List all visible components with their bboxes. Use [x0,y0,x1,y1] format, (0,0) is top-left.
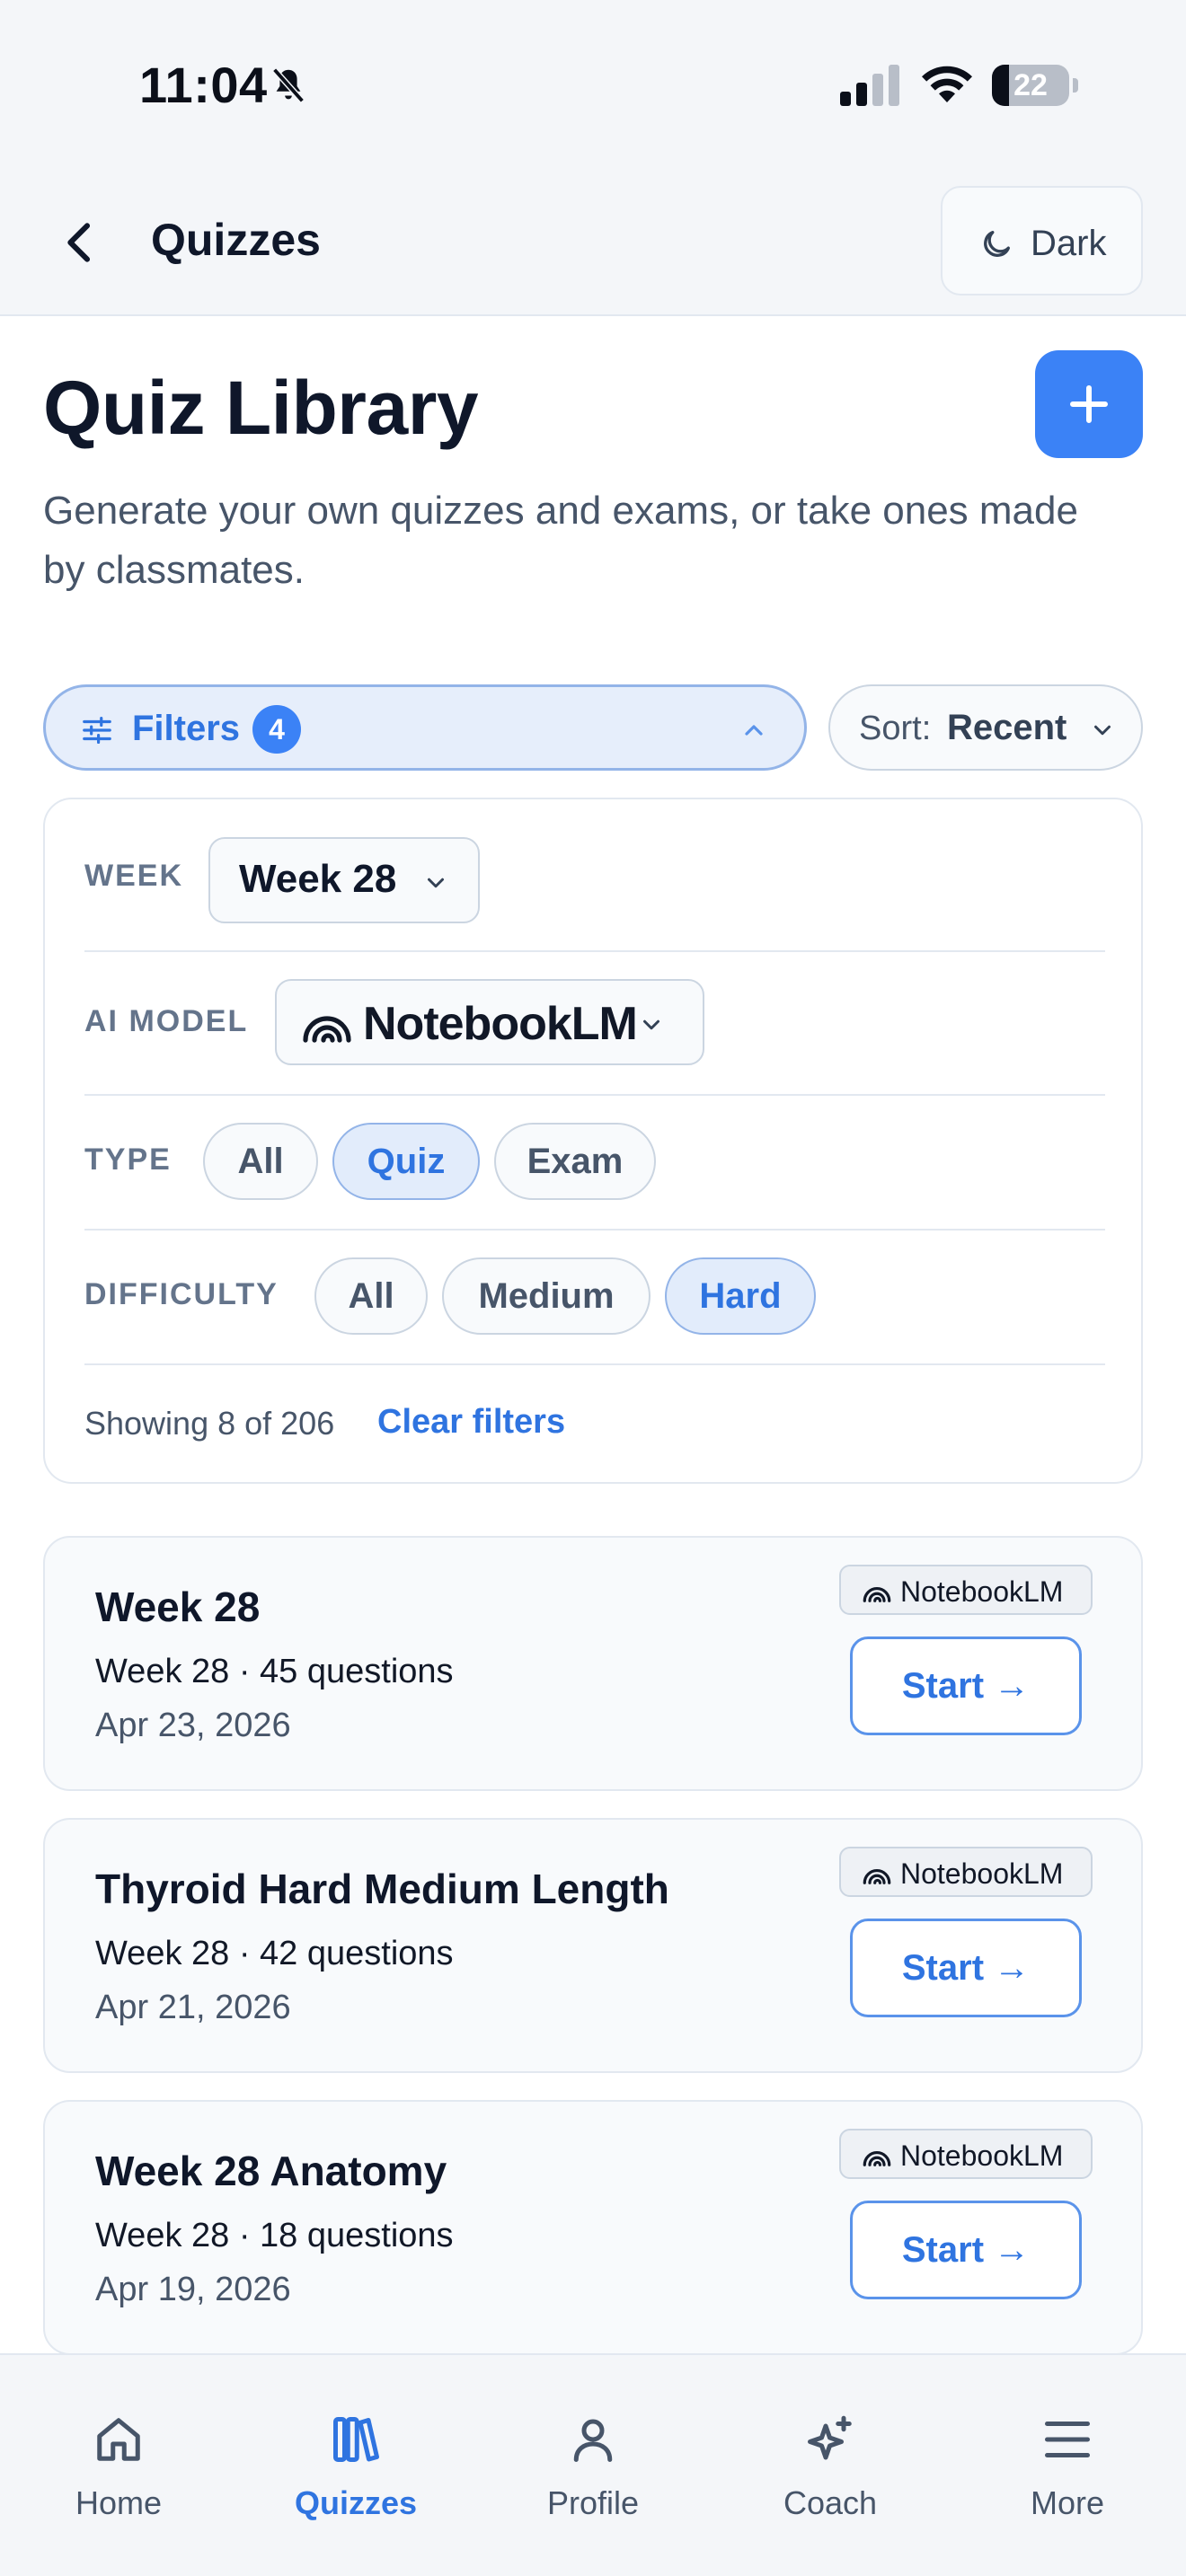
quiz-date: Apr 21, 2026 [95,1989,291,2026]
type-chip-exam[interactable]: Exam [494,1123,656,1200]
notebooklm-logo-icon [863,1868,891,1884]
sliders-icon [83,716,111,745]
theme-toggle-button[interactable]: Dark [941,186,1143,296]
status-time: 11:04 [139,57,268,113]
tab-more[interactable]: More [949,2355,1186,2535]
difficulty-chip-medium[interactable]: Medium [442,1257,651,1335]
navigation-bar: Quizzes Dark [0,171,1186,316]
status-bar: 11:04 22 [0,0,1186,171]
notebooklm-logo-icon [863,2150,891,2166]
model-badge: NotebookLM [839,1847,1093,1897]
tab-label: Coach [783,2484,878,2521]
books-icon [333,2417,379,2462]
chevron-down-icon [428,878,444,888]
type-chip-quiz[interactable]: Quiz [332,1123,480,1200]
filter-row-week: WEEK Week 28 [84,799,1105,952]
back-chevron-icon[interactable] [56,216,106,269]
theme-toggle-label: Dark [1031,224,1107,263]
start-quiz-button[interactable]: Start → [850,2201,1082,2299]
chevron-down-icon [643,1019,659,1030]
tab-profile[interactable]: Profile [474,2355,712,2535]
quiz-meta: Week 28 · 18 questions [95,2217,454,2254]
app-screen: 11:04 22 Quizzes Dark Quiz Library Gener… [0,0,1186,2576]
clear-filters-link[interactable]: Clear filters [377,1403,565,1442]
filter-panel: WEEK Week 28 AI MODEL NotebookLM TYPE Al… [43,798,1143,1484]
tab-label: Quizzes [294,2484,418,2521]
filter-row-ai-model: AI MODEL NotebookLM [84,952,1105,1096]
person-icon [573,2419,613,2462]
type-filter-label: TYPE [84,1142,172,1177]
sparkles-icon [808,2415,852,2460]
filters-toggle-button[interactable]: Filters 4 [43,684,807,771]
wifi-icon [922,66,972,102]
page-subtitle: Generate your own quizzes and exams, or … [43,489,1078,592]
sort-dropdown[interactable]: Sort: Recent [828,684,1143,771]
difficulty-filter-label: DIFFICULTY [84,1277,279,1311]
sort-prefix: Sort: [859,710,932,747]
start-quiz-button[interactable]: Start → [850,1919,1082,2017]
battery-indicator: 22 [992,65,1078,106]
model-badge: NotebookLM [839,2129,1093,2179]
quiz-meta: Week 28 · 42 questions [95,1935,454,1972]
filters-count-badge: 4 [252,705,301,754]
filter-row-difficulty: DIFFICULTY All Medium Hard [84,1231,1105,1365]
plus-icon [1070,385,1108,423]
model-badge-label: NotebookLM [900,2139,1064,2172]
tab-quizzes[interactable]: Quizzes [237,2355,474,2535]
results-summary: Showing 8 of 206 [84,1405,335,1442]
notebooklm-logo-icon [863,1586,891,1602]
filters-label: Filters [132,709,241,748]
start-quiz-button[interactable]: Start → [850,1636,1082,1735]
page-title: Quiz Library [43,366,479,450]
bottom-tab-bar: Home Quizzes Profile Coach More [0,2353,1186,2576]
quiz-card[interactable]: Thyroid Hard Medium Length Week 28 · 42 … [43,1818,1143,2073]
quiz-card[interactable]: Week 28 Week 28 · 45 questions Apr 23, 2… [43,1536,1143,1791]
quiz-title: Thyroid Hard Medium Length [95,1866,669,1912]
sort-value: Recent [947,708,1067,747]
quiz-title: Week 28 Anatomy [95,2148,447,2194]
tab-coach[interactable]: Coach [712,2355,949,2535]
cellular-signal-icon [840,65,899,106]
add-quiz-button[interactable] [1035,350,1143,458]
bell-slash-icon [272,67,305,103]
week-select[interactable]: Week 28 [208,837,480,923]
difficulty-chip-hard[interactable]: Hard [665,1257,816,1335]
tab-label: Home [75,2484,163,2521]
home-icon [97,2418,140,2461]
battery-level: 22 [1013,68,1048,102]
tab-label: Profile [546,2484,640,2521]
quiz-date: Apr 19, 2026 [95,2271,291,2308]
chevron-down-icon [1094,725,1111,736]
nav-title: Quizzes [151,215,321,265]
week-select-value: Week 28 [239,857,397,901]
week-filter-label: WEEK [84,859,183,893]
model-badge-label: NotebookLM [900,1857,1064,1890]
ai-model-select[interactable]: NotebookLM [275,979,704,1065]
chevron-up-icon [745,725,763,736]
quiz-title: Week 28 [95,1584,261,1630]
type-chip-all[interactable]: All [203,1123,318,1200]
notebooklm-logo-icon [303,1016,351,1043]
quiz-date: Apr 23, 2026 [95,1707,291,1744]
difficulty-chip-all[interactable]: All [314,1257,428,1335]
model-badge-label: NotebookLM [900,1575,1064,1608]
quiz-card[interactable]: Week 28 Anatomy Week 28 · 18 questions A… [43,2100,1143,2355]
ai-model-filter-label: AI MODEL [84,1004,249,1038]
ai-model-select-value: NotebookLM [363,998,638,1050]
filter-row-type: TYPE All Quiz Exam [84,1096,1105,1231]
tab-home[interactable]: Home [0,2355,237,2535]
moon-icon [984,231,1010,257]
model-badge: NotebookLM [839,1565,1093,1615]
tab-label: More [1030,2484,1105,2521]
menu-icon [1045,2422,1090,2457]
quiz-meta: Week 28 · 45 questions [95,1653,454,1690]
main-content: Quiz Library Generate your own quizzes a… [0,316,1186,2355]
